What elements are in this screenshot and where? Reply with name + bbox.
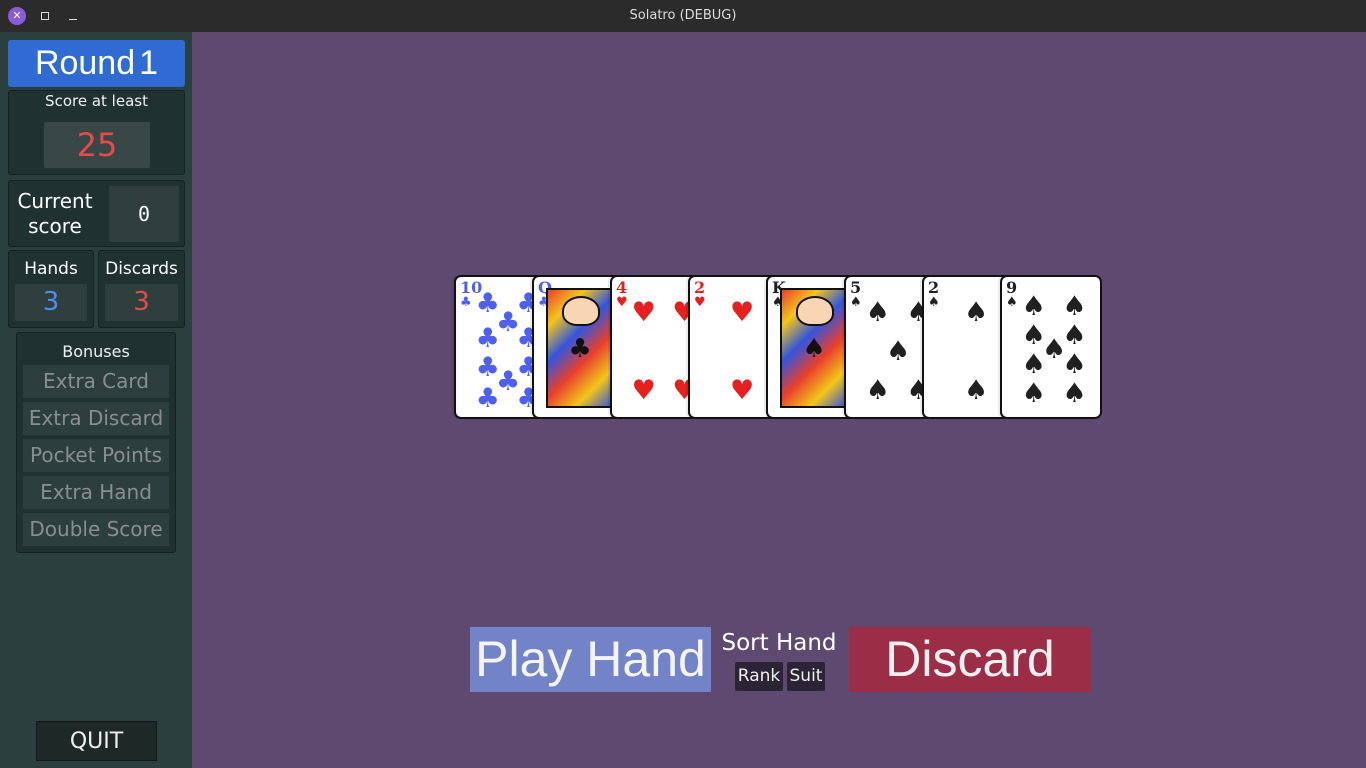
hearts-icon: ♥ [616, 295, 628, 310]
bonus-extra-hand[interactable]: Extra Hand [23, 476, 169, 509]
face-card-head [796, 296, 834, 326]
hearts-pip-icon: ♥ [730, 296, 755, 328]
score-goal-panel: Score at least 25 [8, 90, 185, 175]
discards-value: 3 [105, 284, 178, 321]
spades-pip-icon: ♠ [1062, 291, 1087, 323]
bonuses-panel: Bonuses Extra Card Extra Discard Pocket … [16, 332, 176, 553]
sort-hand-label: Sort Hand [721, 630, 837, 656]
bonus-pocket-points[interactable]: Pocket Points [23, 439, 169, 472]
player-hand: 10 ♣ ♣ ♣ ♣ ♣ ♣ ♣ ♣ ♣ ♣ ♣ Q ♣ ♣ 4 ♥ ♥ ♥ ♥ ♥ 2 ♥ ♥ ♥ K ♠ ♠ 5 ♠ ♠ ♠ ♠ ♠ ♠ 2 ♠ ♠ ♠… [454, 275, 1106, 421]
spades-pip-icon: ♠ [1021, 348, 1046, 380]
bonus-extra-discard[interactable]: Extra Discard [23, 402, 169, 435]
card-9-of-spades[interactable]: 9 ♠ ♠ ♠ ♠ ♠ ♠ ♠ ♠ ♠ ♠ [1000, 275, 1102, 419]
face-card-art: ♣ [546, 288, 614, 408]
hearts-pip-icon: ♥ [631, 296, 656, 328]
hearts-icon: ♥ [694, 295, 706, 310]
card-rank: 4 [616, 278, 628, 297]
current-score-label-line1: Current [17, 189, 93, 213]
title-bar: ✕ Solatro (DEBUG) [0, 0, 1366, 32]
spades-pip-icon: ♠ [1062, 377, 1087, 409]
sort-by-suit-button[interactable]: Suit [787, 662, 825, 691]
round-banner: Round 1 [8, 40, 185, 87]
hands-panel: Hands 3 [8, 250, 94, 328]
quit-button[interactable]: QUIT [36, 721, 157, 761]
card-rank: 2 [694, 278, 706, 297]
bonus-extra-card[interactable]: Extra Card [23, 365, 169, 398]
spades-pip-icon: ♠ [1021, 377, 1046, 409]
round-number: 1 [139, 44, 159, 82]
face-card-art: ♠ [780, 288, 848, 408]
spades-pip-icon: ♠ [1021, 291, 1046, 323]
spades-pip-icon: ♠ [964, 374, 989, 406]
game-table: 10 ♣ ♣ ♣ ♣ ♣ ♣ ♣ ♣ ♣ ♣ ♣ Q ♣ ♣ 4 ♥ ♥ ♥ ♥ ♥ 2 ♥ ♥ ♥ K ♠ ♠ 5 ♠ ♠ ♠ ♠ ♠ ♠ 2 ♠ ♠ ♠… [192, 32, 1366, 768]
sort-by-rank-button[interactable]: Rank [735, 662, 783, 691]
clubs-icon: ♣ [460, 295, 472, 310]
round-label: Round [34, 44, 136, 82]
spades-icon: ♠ [1006, 295, 1018, 310]
spades-pip-icon: ♠ [1062, 348, 1087, 380]
bonus-double-score[interactable]: Double Score [23, 513, 169, 546]
sidebar: Round 1 Score at least 25 Current score 0… [0, 32, 192, 768]
spades-icon: ♠ [928, 295, 940, 310]
clubs-pip-icon: ♣ [475, 383, 500, 415]
hands-value: 3 [15, 284, 87, 321]
discards-label: Discards [105, 259, 178, 279]
face-card-head [562, 296, 600, 326]
current-score-value: 0 [109, 186, 179, 242]
card-rank: 5 [850, 278, 862, 297]
hearts-pip-icon: ♥ [730, 374, 755, 406]
spades-icon: ♠ [802, 334, 826, 364]
bonuses-label: Bonuses [62, 342, 130, 361]
hearts-pip-icon: ♥ [631, 374, 656, 406]
clubs-pip-icon: ♣ [475, 322, 500, 354]
current-score-panel: Current score 0 [8, 180, 185, 247]
play-hand-button[interactable]: Play Hand [470, 627, 711, 692]
spades-pip-icon: ♠ [865, 296, 890, 328]
spades-icon: ♠ [850, 295, 862, 310]
current-score-label-line2: score [28, 214, 82, 238]
score-goal-value: 25 [44, 122, 150, 168]
window-title: Solatro (DEBUG) [629, 8, 737, 23]
spades-pip-icon: ♠ [964, 296, 989, 328]
spades-pip-icon: ♠ [865, 374, 890, 406]
card-rank: 2 [928, 278, 940, 297]
discards-panel: Discards 3 [98, 250, 185, 328]
hands-label: Hands [24, 259, 78, 279]
clubs-icon: ♣ [568, 334, 592, 364]
card-rank: 9 [1006, 278, 1018, 297]
discard-button[interactable]: Discard [849, 627, 1091, 692]
current-score-label: Current score [14, 189, 96, 239]
spades-pip-icon: ♠ [886, 335, 911, 367]
score-goal-label: Score at least [45, 92, 148, 110]
